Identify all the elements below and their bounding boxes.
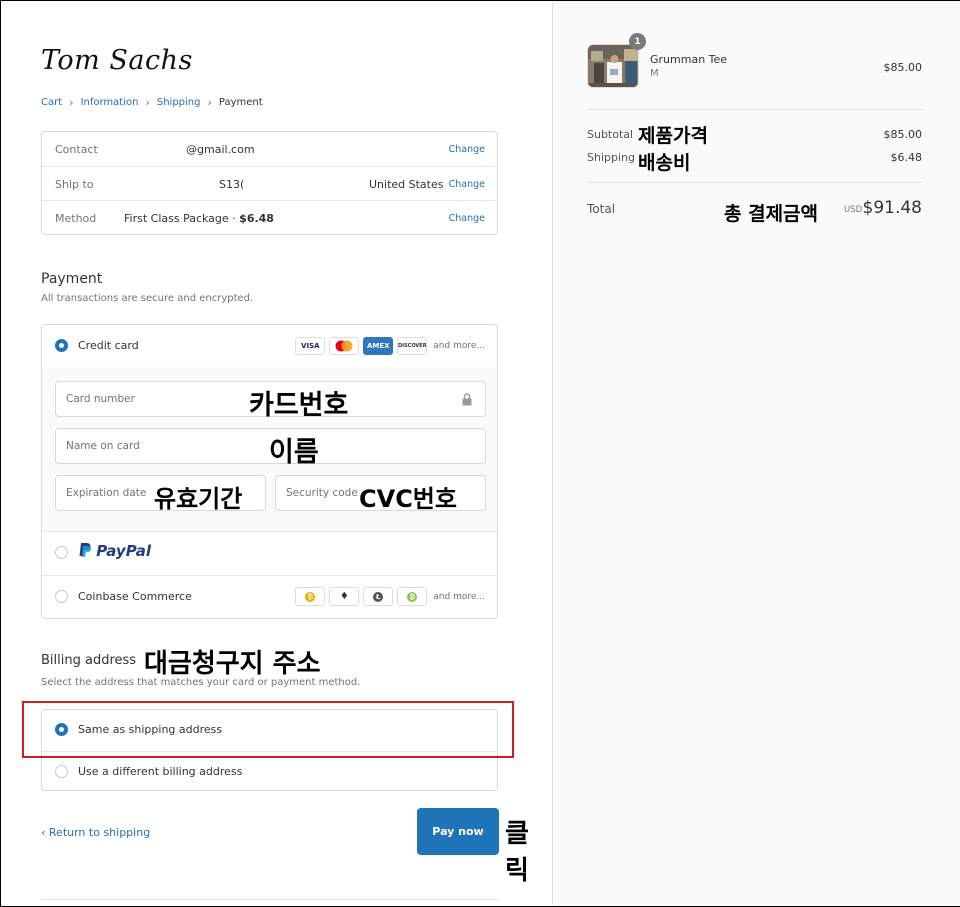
bitcoin-icon: ₿ (295, 587, 326, 606)
discover-logo-icon: DISCOVER (397, 337, 428, 355)
review-shipto-row: Ship to S13( United States Change (42, 166, 497, 201)
contact-label: Contact (55, 142, 98, 156)
method-label: Method (55, 211, 97, 225)
product-price: $85.00 (883, 61, 923, 74)
subtotal-label: Subtotal (587, 128, 634, 141)
litecoin-icon: Ł (363, 587, 394, 606)
cvc-annotation: CVC번호 (359, 485, 457, 513)
checkout-main: Tom Sachs Cart › Information › Shipping … (1, 1, 551, 906)
breadcrumb: Cart › Information › Shipping › Payment (41, 96, 263, 109)
subtotal-value: $85.00 (883, 128, 923, 141)
card-logos: VISA AMEX DISCOVER and more... (295, 337, 485, 355)
payment-methods: Credit card VISA AMEX DISCOVER and more.… (41, 324, 498, 619)
billing-title: Billing address (41, 653, 137, 668)
footer-divider (41, 899, 498, 900)
expiry-placeholder: Expiration date (66, 487, 147, 499)
change-contact-link[interactable]: Change (449, 144, 485, 155)
shipping-annotation: 배송비 (638, 152, 691, 174)
chevron-right-icon: › (69, 96, 74, 109)
visa-logo-icon: VISA (295, 337, 326, 355)
shipping-value: $6.48 (890, 151, 923, 164)
payment-title: Payment (41, 271, 103, 287)
store-logo[interactable]: Tom Sachs (41, 45, 193, 76)
product-variant: M (650, 68, 659, 79)
chevron-right-icon: › (207, 96, 212, 109)
name-placeholder: Name on card (66, 440, 140, 452)
crypto-logos: ₿ ♦ Ł ₿ and more... (295, 587, 485, 606)
breadcrumb-shipping[interactable]: Shipping (157, 97, 201, 108)
summary-divider (587, 182, 922, 183)
order-summary: 1 Grumman Tee M $85.00 Subtotal 제품가격 $85… (552, 1, 960, 906)
card-number-input[interactable]: Card number 카드번호 (55, 381, 486, 421)
name-annotation: 이름 (269, 437, 319, 468)
name-on-card-input[interactable]: Name on card 이름 (55, 428, 486, 468)
paypal-logo-icon: PayPal (78, 542, 151, 560)
method-price: $6.48 (239, 211, 274, 225)
cvc-placeholder: Security code (286, 487, 358, 499)
return-to-shipping-link[interactable]: ‹ Return to shipping (41, 826, 150, 839)
billing-subtitle: Select the address that matches your car… (41, 677, 361, 688)
different-address-radio[interactable] (55, 765, 68, 778)
pay-now-button[interactable]: Pay now (417, 808, 499, 855)
highlight-box (22, 701, 514, 758)
shipto-label: Ship to (55, 177, 94, 191)
ethereum-icon: ♦ (329, 587, 360, 606)
change-method-link[interactable]: Change (449, 213, 485, 224)
paypal-text: PayPal (96, 542, 152, 560)
breadcrumb-payment: Payment (218, 97, 263, 108)
mastercard-logo-icon (329, 337, 360, 355)
different-address-label: Use a different billing address (78, 765, 243, 778)
lock-icon (462, 393, 472, 406)
credit-card-radio[interactable] (55, 339, 68, 352)
subtotal-annotation: 제품가격 (638, 125, 708, 147)
product-thumbnail (587, 44, 639, 88)
total-value: $91.48 (862, 198, 922, 218)
chevron-right-icon: › (145, 96, 150, 109)
card-number-annotation: 카드번호 (249, 390, 349, 421)
total-label: Total (587, 202, 616, 216)
card-and-more: and more... (433, 341, 485, 351)
change-shipto-link[interactable]: Change (449, 179, 485, 190)
coinbase-label: Coinbase Commerce (78, 590, 192, 603)
payment-subtitle: All transactions are secure and encrypte… (41, 293, 254, 304)
crypto-and-more: and more... (433, 591, 485, 602)
amex-logo-icon: AMEX (363, 337, 394, 355)
credit-card-fields: Card number 카드번호 Name on card 이름 Expirat… (42, 367, 497, 532)
coinbase-radio[interactable] (55, 590, 68, 603)
shipto-value: S13( (219, 177, 245, 191)
method-value: First Class Package · $6.48 (124, 211, 274, 225)
product-name: Grumman Tee (650, 53, 728, 66)
billing-annotation: 대금청구지 주소 (144, 649, 321, 679)
security-code-input[interactable]: Security code CVC번호 (275, 475, 486, 513)
breadcrumb-information[interactable]: Information (81, 97, 139, 108)
paypal-option[interactable]: PayPal (42, 531, 497, 576)
review-contact-row: Contact @gmail.com Change (42, 132, 497, 166)
bitcoin-cash-icon: ₿ (397, 587, 428, 606)
credit-card-option[interactable]: Credit card VISA AMEX DISCOVER and more.… (42, 325, 497, 368)
credit-card-label: Credit card (78, 339, 139, 352)
coinbase-option[interactable]: Coinbase Commerce ₿ ♦ Ł ₿ and more... (42, 575, 497, 618)
expiration-date-input[interactable]: Expiration date 유효기간 (55, 475, 266, 513)
chevron-left-icon: ‹ (41, 826, 49, 839)
expiry-annotation: 유효기간 (154, 485, 243, 513)
currency-code: USD (844, 205, 863, 215)
shipto-country: United States (369, 177, 444, 191)
quantity-badge: 1 (629, 33, 646, 50)
contact-value: @gmail.com (186, 142, 255, 156)
summary-divider (587, 109, 922, 110)
click-annotation: 클릭 (505, 819, 529, 886)
total-annotation: 총 결제금액 (724, 203, 819, 225)
paypal-radio[interactable] (55, 546, 68, 559)
review-method-row: Method First Class Package · $6.48 Chang… (42, 200, 497, 235)
breadcrumb-cart[interactable]: Cart (41, 97, 62, 108)
return-label: Return to shipping (48, 826, 151, 839)
order-review-box: Contact @gmail.com Change Ship to S13( U… (41, 131, 498, 235)
card-number-placeholder: Card number (66, 393, 135, 405)
shipping-label: Shipping (587, 151, 635, 164)
